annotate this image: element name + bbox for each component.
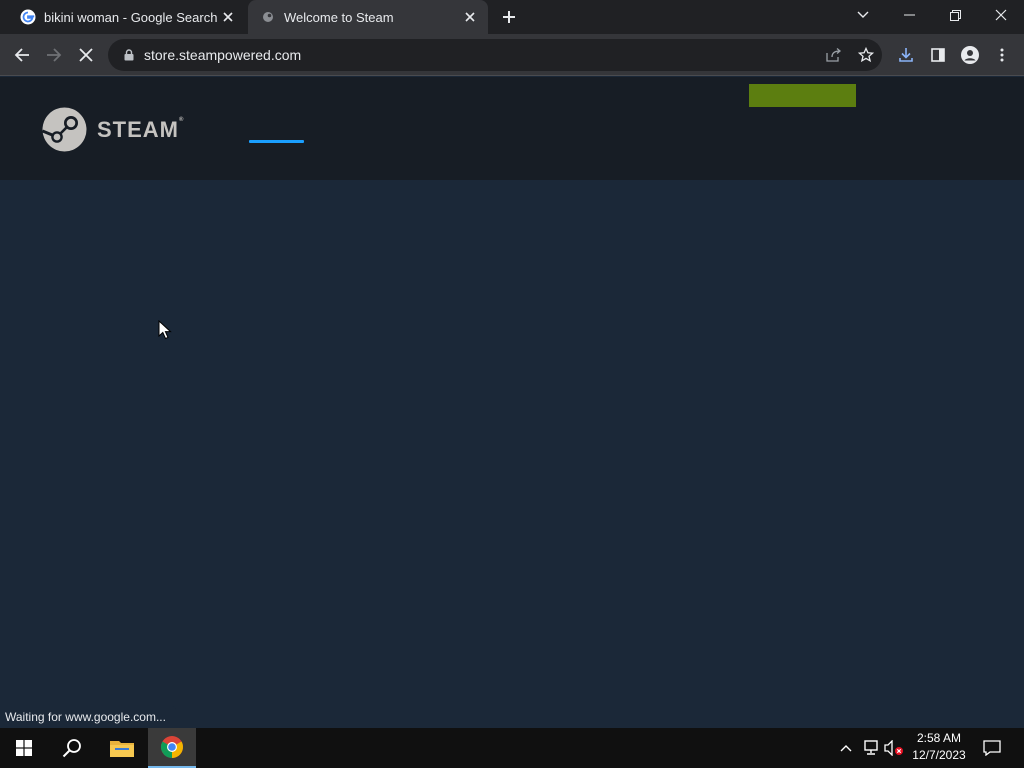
nav-active-underline [249, 140, 304, 143]
download-icon[interactable] [891, 40, 921, 70]
tab-google-search[interactable]: bikini woman - Google Search [8, 0, 246, 34]
close-window-button[interactable] [978, 0, 1024, 30]
address-bar[interactable]: store.steampowered.com [108, 39, 882, 71]
close-tab-icon[interactable] [460, 7, 480, 27]
tab-search-chevron-icon[interactable] [840, 0, 886, 30]
show-hidden-icons-button[interactable] [838, 738, 854, 758]
bookmark-star-icon[interactable] [851, 40, 881, 70]
volume-muted-icon[interactable] [884, 738, 904, 758]
status-bubble: Waiting for www.google.com... [0, 706, 176, 728]
tab-welcome-to-steam[interactable]: Welcome to Steam [248, 0, 488, 34]
chrome-icon [161, 736, 183, 758]
network-icon[interactable] [861, 738, 881, 758]
notification-icon [983, 740, 1001, 756]
back-button[interactable] [7, 40, 37, 70]
windows-logo-icon [16, 740, 32, 756]
chrome-taskbar-button[interactable] [148, 728, 196, 768]
clock-date: 12/7/2023 [912, 748, 966, 762]
url-text: store.steampowered.com [144, 47, 302, 63]
share-icon[interactable] [819, 40, 849, 70]
steam-logo-icon [42, 107, 87, 152]
stop-loading-button[interactable] [71, 40, 101, 70]
steam-wordmark: STEAM® [97, 116, 185, 142]
search-taskbar-button[interactable] [48, 728, 96, 768]
action-center-button[interactable] [980, 736, 1004, 760]
steam-icon [260, 9, 276, 25]
tab-title: Welcome to Steam [284, 9, 394, 25]
minimize-button[interactable] [886, 0, 932, 30]
start-button[interactable] [0, 728, 48, 768]
steam-logo[interactable]: STEAM® [42, 107, 184, 152]
taskbar-clock[interactable]: 2:58 AM 12/7/2023 [906, 730, 972, 766]
close-tab-icon[interactable] [218, 7, 238, 27]
profile-avatar-icon[interactable] [955, 40, 985, 70]
page-content-loading [0, 180, 1024, 728]
side-panel-icon[interactable] [923, 40, 953, 70]
folder-icon [110, 741, 134, 757]
mouse-cursor [158, 319, 172, 340]
file-explorer-button[interactable] [98, 728, 146, 768]
new-tab-button[interactable] [498, 6, 520, 28]
clock-time: 2:58 AM [916, 731, 962, 745]
install-steam-button[interactable] [749, 84, 856, 107]
tab-title: bikini woman - Google Search [44, 9, 218, 25]
restore-button[interactable] [932, 0, 978, 30]
google-g-icon [20, 9, 36, 25]
lock-icon[interactable] [122, 48, 136, 62]
forward-button[interactable] [39, 40, 69, 70]
search-icon [62, 739, 81, 758]
menu-kebab-icon[interactable] [987, 40, 1017, 70]
